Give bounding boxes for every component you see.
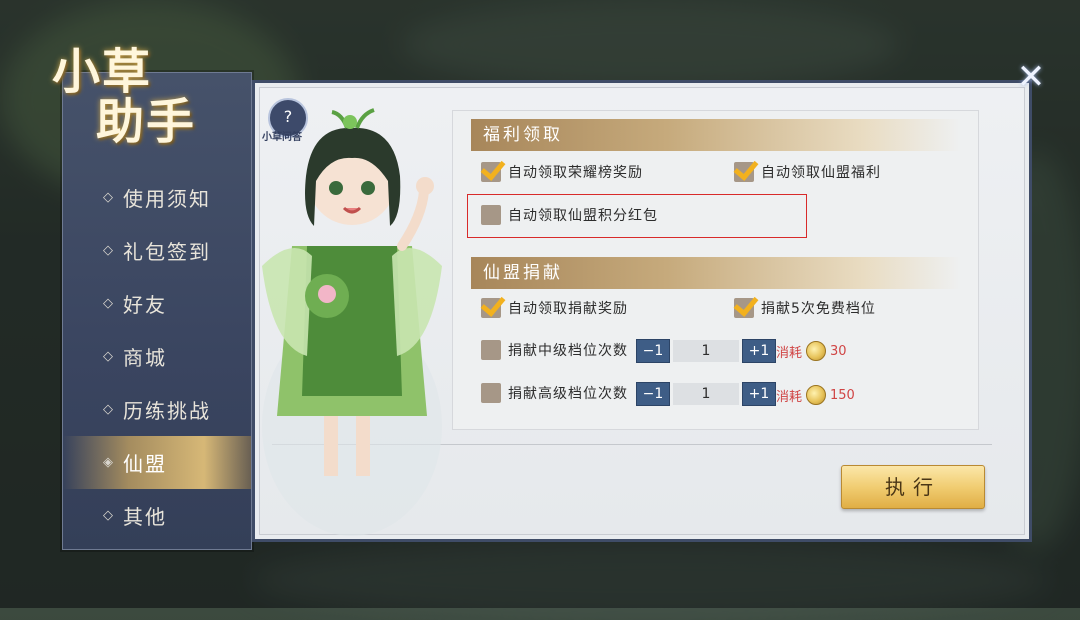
sidebar-item-friends[interactable]: ◇ 好友 [63,277,251,330]
checkbox-checked[interactable] [481,298,501,318]
mid-donation-cost: 消耗 30 [776,341,847,361]
sidebar-item-label: 其他 [123,505,167,529]
coin-icon [806,385,827,405]
execute-button[interactable]: 执行 [841,465,985,509]
cost-value: 150 [830,387,855,403]
sidebar-item-alliance[interactable]: ◈ 仙盟 [63,436,251,489]
checkbox-checked[interactable] [734,162,754,182]
sidebar-item-challenge[interactable]: ◇ 历练挑战 [63,383,251,436]
diamond-icon: ◇ [103,402,115,417]
sidebar-item-label: 好友 [123,293,167,317]
diamond-icon: ◇ [103,296,115,311]
option-alliance-welfare[interactable]: 自动领取仙盟福利 [734,162,881,182]
sidebar-item-label: 商城 [123,346,167,370]
diamond-icon: ◇ [103,243,115,258]
logo-line-2: 助手 [96,94,197,150]
mid-donation-stepper: −1 1 +1 [636,339,776,363]
character-illustration [262,108,442,536]
option-label: 捐献高级档位次数 [508,386,628,402]
decrement-button[interactable]: −1 [636,382,670,406]
option-label: 捐献中级档位次数 [508,343,628,359]
sidebar-item-label: 礼包签到 [123,240,211,264]
option-label: 自动领取仙盟积分红包 [508,208,658,224]
option-high-donation[interactable]: 捐献高级档位次数 [481,383,628,403]
option-label: 自动领取荣耀榜奖励 [508,165,643,181]
coin-icon [806,341,827,361]
cost-value: 30 [830,343,847,359]
quantity-value[interactable]: 1 [673,383,739,405]
app-logo: 小草 助手 [52,46,222,156]
diamond-icon: ◇ [103,349,115,364]
option-label: 捐献5次免费档位 [761,301,876,317]
sidebar-item-usage-notice[interactable]: ◇ 使用须知 [63,171,251,224]
option-label: 自动领取捐献奖励 [508,301,628,317]
cost-label: 消耗 [776,345,803,361]
sidebar-item-label: 历练挑战 [123,399,211,423]
high-donation-stepper: −1 1 +1 [636,382,776,406]
option-donation-reward[interactable]: 自动领取捐献奖励 [481,298,628,318]
sidebar-item-shop[interactable]: ◇ 商城 [63,330,251,383]
increment-button[interactable]: +1 [742,339,776,363]
checkbox-unchecked[interactable] [481,205,501,225]
section-header-welfare: 福利领取 [471,119,961,151]
sidebar-item-gift-signin[interactable]: ◇ 礼包签到 [63,224,251,277]
checkbox-unchecked[interactable] [481,340,501,360]
checkbox-unchecked[interactable] [481,383,501,403]
checkbox-checked[interactable] [734,298,754,318]
close-button[interactable]: ✕ [1014,60,1048,94]
section-header-donation: 仙盟捐献 [471,257,961,289]
sidebar-item-label: 仙盟 [123,452,167,476]
diamond-icon: ◇ [103,508,115,523]
cost-label: 消耗 [776,389,803,405]
sidebar-item-other[interactable]: ◇ 其他 [63,489,251,542]
checkbox-checked[interactable] [481,162,501,182]
sidebar-menu: ◇ 使用须知 ◇ 礼包签到 ◇ 好友 ◇ 商城 ◇ 历练挑战 ◈ 仙盟 ◇ 其他 [63,171,251,542]
option-free-donation[interactable]: 捐献5次免费档位 [734,298,876,318]
option-alliance-redpacket[interactable]: 自动领取仙盟积分红包 [481,205,658,225]
decrement-button[interactable]: −1 [636,339,670,363]
option-label: 自动领取仙盟福利 [761,165,881,181]
diamond-filled-icon: ◈ [103,455,115,470]
logo-line-1: 小草 [52,44,153,100]
option-honor-reward[interactable]: 自动领取荣耀榜奖励 [481,162,643,182]
diamond-icon: ◇ [103,190,115,205]
increment-button[interactable]: +1 [742,382,776,406]
qa-label[interactable]: 小草问答 [262,128,302,143]
quantity-value[interactable]: 1 [673,340,739,362]
sidebar-item-label: 使用须知 [123,187,211,211]
option-mid-donation[interactable]: 捐献中级档位次数 [481,340,628,360]
high-donation-cost: 消耗 150 [776,385,855,405]
